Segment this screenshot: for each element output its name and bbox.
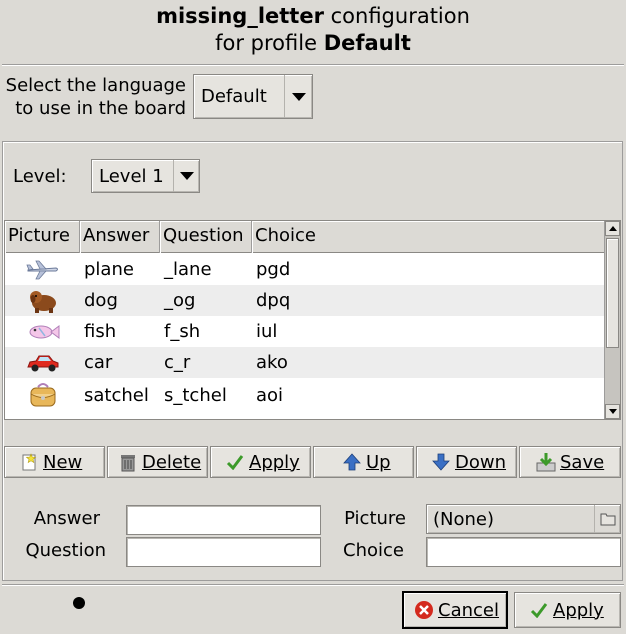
picture-chooser-value: (None) (433, 508, 495, 530)
question-label: Question (25, 540, 106, 561)
cell-answer: dog (84, 290, 118, 311)
column-header-answer[interactable]: Answer (80, 221, 160, 253)
satchel-icon (5, 380, 80, 411)
arrow-up-icon (342, 452, 362, 472)
delete-button-label: Delete (142, 451, 202, 473)
chevron-down-icon (173, 160, 199, 192)
level-label: Level: (13, 166, 67, 187)
folder-icon (594, 505, 620, 533)
choice-label: Choice (343, 540, 404, 561)
table-row[interactable]: car c_r ako (5, 347, 605, 378)
cell-choice: dpq (256, 290, 291, 311)
cell-question: f_sh (164, 321, 201, 342)
cell-answer: plane (84, 259, 134, 280)
language-label: Select the language to use in the board (5, 75, 186, 119)
up-button-label: Up (366, 451, 391, 473)
profile-name: Default (323, 31, 411, 55)
footer-separator (2, 584, 624, 586)
cell-choice: ako (256, 352, 288, 373)
picture-label: Picture (344, 508, 406, 529)
chevron-down-icon (284, 75, 312, 118)
table-scrollbar[interactable] (604, 221, 620, 419)
question-field[interactable] (126, 537, 321, 567)
scrollbar-thumb[interactable] (606, 238, 619, 348)
cell-answer: satchel (84, 384, 149, 406)
column-header-question[interactable]: Question (160, 221, 252, 253)
trash-icon (118, 452, 138, 472)
dog-icon (5, 285, 80, 316)
fish-icon (5, 316, 80, 347)
up-button[interactable]: Up (313, 446, 414, 478)
cancel-button[interactable]: Cancel (402, 591, 508, 629)
choice-field[interactable] (426, 537, 621, 567)
cell-choice: aoi (256, 384, 284, 406)
apply-row-button-label: Apply (249, 451, 300, 473)
table-row[interactable]: dog _og dpq (5, 285, 605, 316)
apply-button-label: Apply (553, 599, 604, 621)
save-icon (536, 452, 556, 472)
down-button[interactable]: Down (416, 446, 517, 478)
save-button-label: Save (560, 451, 605, 473)
save-button[interactable]: Save (519, 446, 621, 478)
picture-chooser[interactable]: (None) (426, 504, 621, 534)
apply-row-button[interactable]: Apply (210, 446, 311, 478)
new-button[interactable]: New (4, 446, 105, 478)
word-table[interactable]: Picture Answer Question Choice plane _la… (4, 220, 621, 420)
board-name: missing_letter (156, 4, 324, 28)
answer-field[interactable] (126, 505, 321, 535)
separator (2, 64, 624, 66)
status-dot (73, 597, 85, 609)
new-button-label: New (43, 451, 83, 473)
title-profile-prefix: for profile (215, 31, 324, 55)
cell-question: c_r (164, 352, 191, 373)
table-row[interactable]: satchel s_tchel aoi (5, 378, 605, 412)
checkmark-icon (529, 600, 549, 620)
down-button-label: Down (455, 451, 507, 473)
column-header-picture[interactable]: Picture (5, 221, 80, 253)
language-combo[interactable]: Default (193, 74, 313, 119)
cancel-button-label: Cancel (438, 599, 499, 621)
arrow-down-icon (431, 452, 451, 472)
cell-answer: fish (84, 321, 117, 342)
language-combo-value: Default (201, 86, 267, 107)
cell-question: s_tchel (164, 384, 227, 406)
table-row[interactable]: fish f_sh iul (5, 316, 605, 347)
cell-question: _lane (164, 259, 212, 280)
apply-button[interactable]: Apply (514, 592, 621, 628)
cell-choice: pgd (256, 259, 291, 280)
dialog-title: missing_letter configuration for profile… (0, 3, 626, 57)
cell-question: _og (164, 290, 196, 311)
level-combo[interactable]: Level 1 (91, 159, 200, 193)
answer-label: Answer (33, 508, 100, 529)
table-row[interactable]: plane _lane pgd (5, 254, 605, 285)
new-icon (19, 452, 39, 472)
cell-choice: iul (256, 321, 278, 342)
cell-answer: car (84, 352, 113, 373)
car-icon (5, 347, 80, 378)
plane-icon (5, 254, 80, 285)
checkmark-icon (225, 452, 245, 472)
scroll-up-icon[interactable] (605, 221, 620, 236)
cancel-icon (414, 600, 434, 620)
scroll-down-icon[interactable] (605, 404, 620, 419)
column-header-choice[interactable]: Choice (252, 221, 605, 253)
table-header: Picture Answer Question Choice (5, 221, 605, 253)
title-text: configuration (323, 4, 470, 28)
delete-button[interactable]: Delete (107, 446, 208, 478)
level-combo-value: Level 1 (99, 165, 164, 187)
